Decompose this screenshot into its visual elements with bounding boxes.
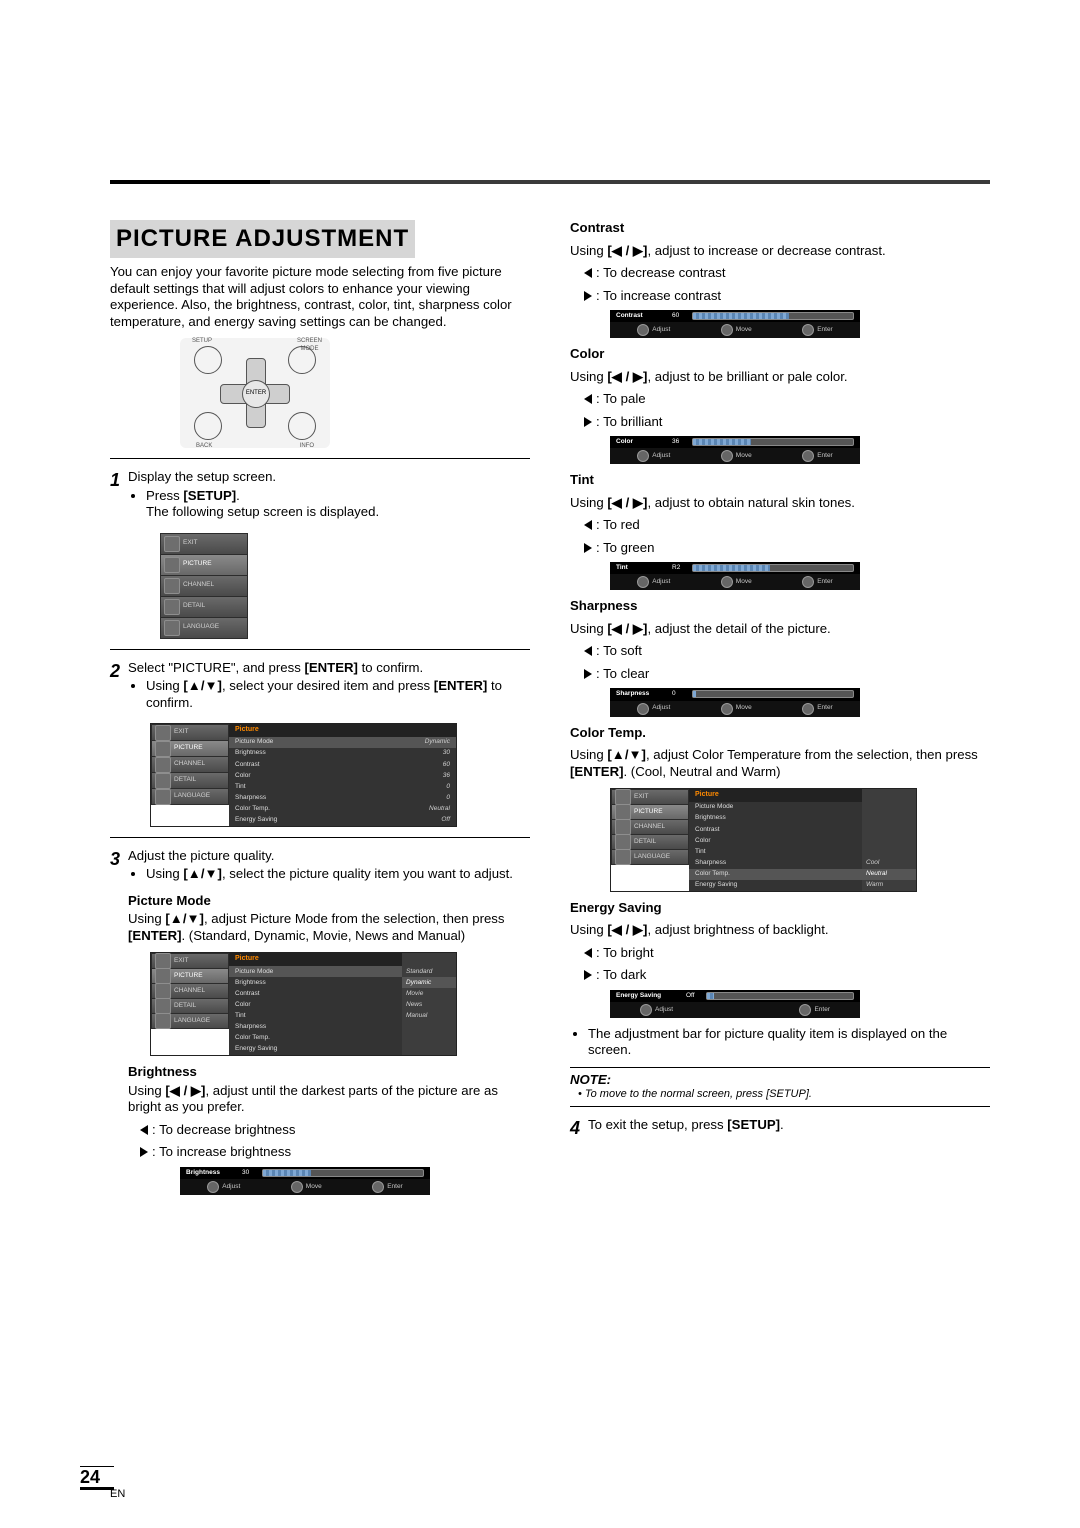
right-column: Contrast Using [◀ / ▶], adjust to increa… <box>570 220 990 1203</box>
colortemp-head: Color Temp. <box>570 725 990 742</box>
osd-tint-slider: TintR2 Adjust Move Enter <box>610 562 860 590</box>
language-tag: EN <box>110 1488 125 1502</box>
note-box: NOTE: • To move to the normal screen, pr… <box>570 1067 990 1107</box>
osd-color-slider: Color36 Adjust Move Enter <box>610 436 860 464</box>
page-title: PICTURE ADJUSTMENT <box>110 220 415 258</box>
osd-picture-values: EXIT PICTURE CHANNEL DETAIL LANGUAGE Pic… <box>150 723 457 827</box>
osd-setup-menu: EXIT PICTURE CHANNEL DETAIL LANGUAGE <box>160 533 248 639</box>
intro-text: You can enjoy your favorite picture mode… <box>110 264 530 330</box>
left-column: PICTURE ADJUSTMENT You can enjoy your fa… <box>110 220 530 1203</box>
manual-page: PICTURE ADJUSTMENT You can enjoy your fa… <box>0 0 1080 1528</box>
osd-brightness-slider: Brightness30 Adjust Move Enter <box>180 1167 430 1195</box>
after-energy-note: The adjustment bar for picture quality i… <box>588 1026 990 1059</box>
step-2: 2 Select "PICTURE", and press [ENTER] to… <box>110 660 530 716</box>
step-1: 1 Display the setup screen. Press [SETUP… <box>110 469 530 525</box>
osd-energy-slider: Energy SavingOff Adjust Enter <box>610 990 860 1018</box>
osd-sharpness-slider: Sharpness0 Adjust Move Enter <box>610 688 860 716</box>
step-3: 3 Adjust the picture quality. Using [▲/▼… <box>110 848 530 887</box>
osd-contrast-slider: Contrast60 Adjust Move Enter <box>610 310 860 338</box>
osd-colortemp-options: EXIT PICTURE CHANNEL DETAIL LANGUAGE Pic… <box>610 788 917 892</box>
remote-graphic: SETUP SCREEN MODE BACK INFO ENTER <box>180 338 330 448</box>
dpad-icon: ENTER <box>220 358 290 428</box>
energy-head: Energy Saving <box>570 900 990 917</box>
brightness-head: Brightness <box>128 1064 530 1081</box>
step-4: 4 To exit the setup, press [SETUP]. <box>570 1117 990 1140</box>
header-rule <box>110 180 990 184</box>
sharpness-head: Sharpness <box>570 598 990 615</box>
tint-head: Tint <box>570 472 990 489</box>
picture-mode-head: Picture Mode <box>128 893 530 910</box>
page-number: 24 <box>80 1466 114 1489</box>
color-head: Color <box>570 346 990 363</box>
contrast-head: Contrast <box>570 220 990 237</box>
osd-picture-mode-options: EXIT PICTURE CHANNEL DETAIL LANGUAGE Pic… <box>150 952 457 1056</box>
